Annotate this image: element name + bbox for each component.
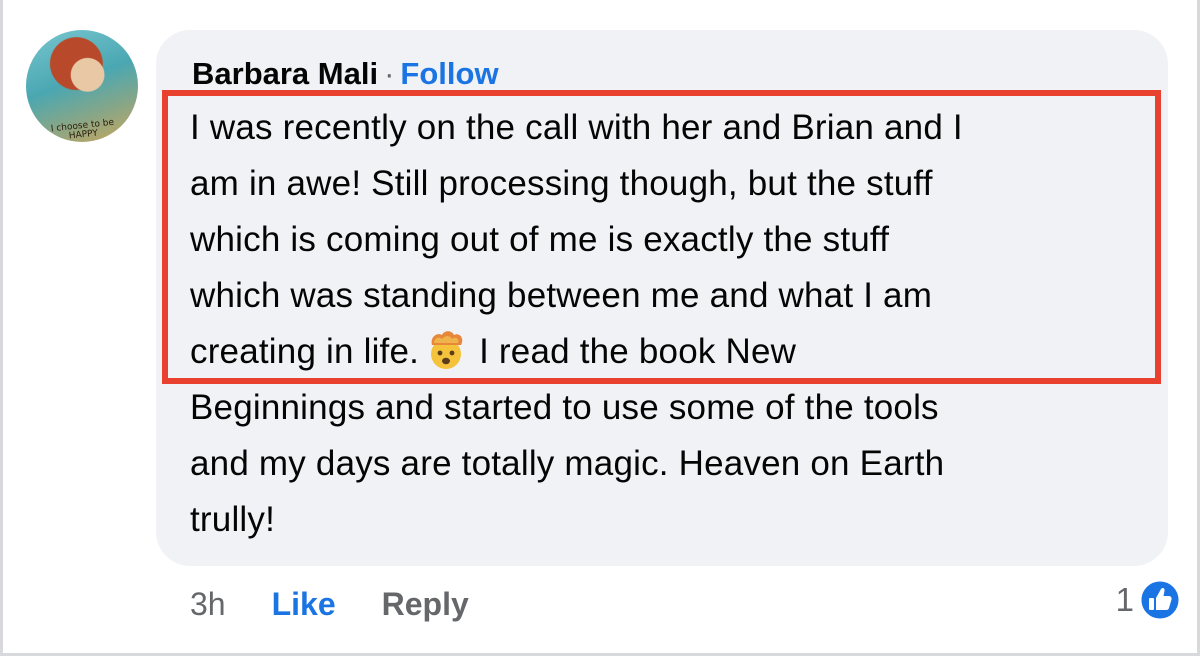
avatar-caption: I choose to be HAPPY bbox=[50, 117, 115, 142]
facebook-comment-screenshot: I choose to be HAPPY Barbara Mali · Follow… bbox=[0, 0, 1200, 656]
avatar[interactable]: I choose to be HAPPY bbox=[26, 30, 138, 142]
comment-actions: 3h Like Reply bbox=[190, 582, 469, 626]
comment-line: trully! bbox=[190, 500, 276, 539]
comment-line: and my days are totally magic. Heaven on… bbox=[190, 444, 945, 483]
timestamp[interactable]: 3h bbox=[190, 586, 226, 622]
thumbs-up-icon bbox=[1138, 578, 1182, 622]
author-name[interactable]: Barbara Mali bbox=[192, 56, 378, 91]
comment-header: Barbara Mali · Follow bbox=[192, 54, 499, 94]
separator-dot: · bbox=[384, 56, 395, 91]
highlight-annotation-box bbox=[162, 90, 1161, 384]
reaction-summary[interactable]: 1 bbox=[1116, 578, 1182, 622]
follow-button[interactable]: Follow bbox=[400, 56, 498, 91]
reply-button[interactable]: Reply bbox=[382, 586, 469, 622]
reaction-count: 1 bbox=[1115, 581, 1134, 618]
like-button[interactable]: Like bbox=[272, 586, 336, 622]
frame-edge-left bbox=[0, 0, 3, 656]
comment-line: Beginnings and started to use some of th… bbox=[190, 388, 939, 427]
